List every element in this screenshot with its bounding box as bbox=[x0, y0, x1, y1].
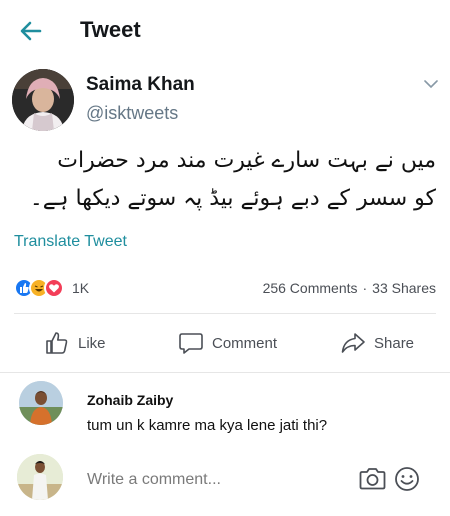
comment-input[interactable]: Write a comment... bbox=[87, 471, 221, 489]
comment-text: tum un k kamre ma kya lene jati thi? bbox=[87, 417, 328, 434]
stats-separator: · bbox=[362, 280, 368, 296]
tweet-text-line: کو سسر کے دبے ہوئے بیڈ پہ سوتے دیکھا ہے۔ bbox=[29, 186, 436, 211]
page-title: Tweet bbox=[80, 17, 141, 42]
author-avatar[interactable] bbox=[12, 69, 74, 131]
thumbs-up-icon bbox=[46, 332, 68, 354]
emoji-icon[interactable] bbox=[394, 466, 420, 492]
share-button[interactable]: Share bbox=[340, 327, 414, 359]
comment-label: Comment bbox=[212, 334, 278, 352]
engagement-stats: 256 Comments · 33 Shares bbox=[263, 280, 436, 296]
arrow-left-icon[interactable] bbox=[18, 18, 44, 44]
author-name[interactable]: Saima Khan bbox=[86, 74, 195, 96]
like-button[interactable]: Like bbox=[44, 327, 106, 359]
comment-item: Zohaib Zaiby tum un k kamre ma kya lene … bbox=[0, 380, 450, 440]
love-reaction-icon bbox=[44, 278, 64, 298]
my-avatar bbox=[17, 454, 63, 500]
like-label: Like bbox=[78, 334, 106, 352]
reaction-count: 1K bbox=[72, 280, 90, 296]
divider bbox=[14, 313, 436, 314]
my-avatar-image bbox=[17, 454, 63, 500]
tweet-text: میں نے بہت سارے غیرت مند مرد حضرات کو سس… bbox=[16, 142, 436, 218]
tweet-text-line: میں نے بہت سارے غیرت مند مرد حضرات bbox=[57, 148, 436, 173]
author-avatar-image bbox=[12, 69, 74, 131]
translate-tweet-link[interactable]: Translate Tweet bbox=[14, 233, 127, 251]
comment-composer: Write a comment... bbox=[0, 452, 450, 510]
share-label: Share bbox=[374, 334, 415, 352]
share-arrow-icon bbox=[341, 333, 365, 353]
divider bbox=[0, 372, 450, 373]
commenter-avatar[interactable] bbox=[19, 381, 63, 425]
comment-button[interactable]: Comment bbox=[178, 327, 277, 359]
top-bar: Tweet bbox=[0, 0, 450, 62]
comments-count[interactable]: 256 Comments bbox=[263, 280, 358, 296]
tweet-author: Saima Khan @isktweets bbox=[0, 62, 450, 140]
shares-count[interactable]: 33 Shares bbox=[372, 280, 436, 296]
commenter-name[interactable]: Zohaib Zaiby bbox=[87, 392, 173, 408]
camera-icon[interactable] bbox=[359, 466, 386, 491]
comment-bubble-icon bbox=[179, 333, 203, 354]
author-handle[interactable]: @isktweets bbox=[86, 103, 178, 124]
commenter-avatar-image bbox=[19, 381, 63, 425]
chevron-down-icon[interactable] bbox=[424, 79, 438, 89]
